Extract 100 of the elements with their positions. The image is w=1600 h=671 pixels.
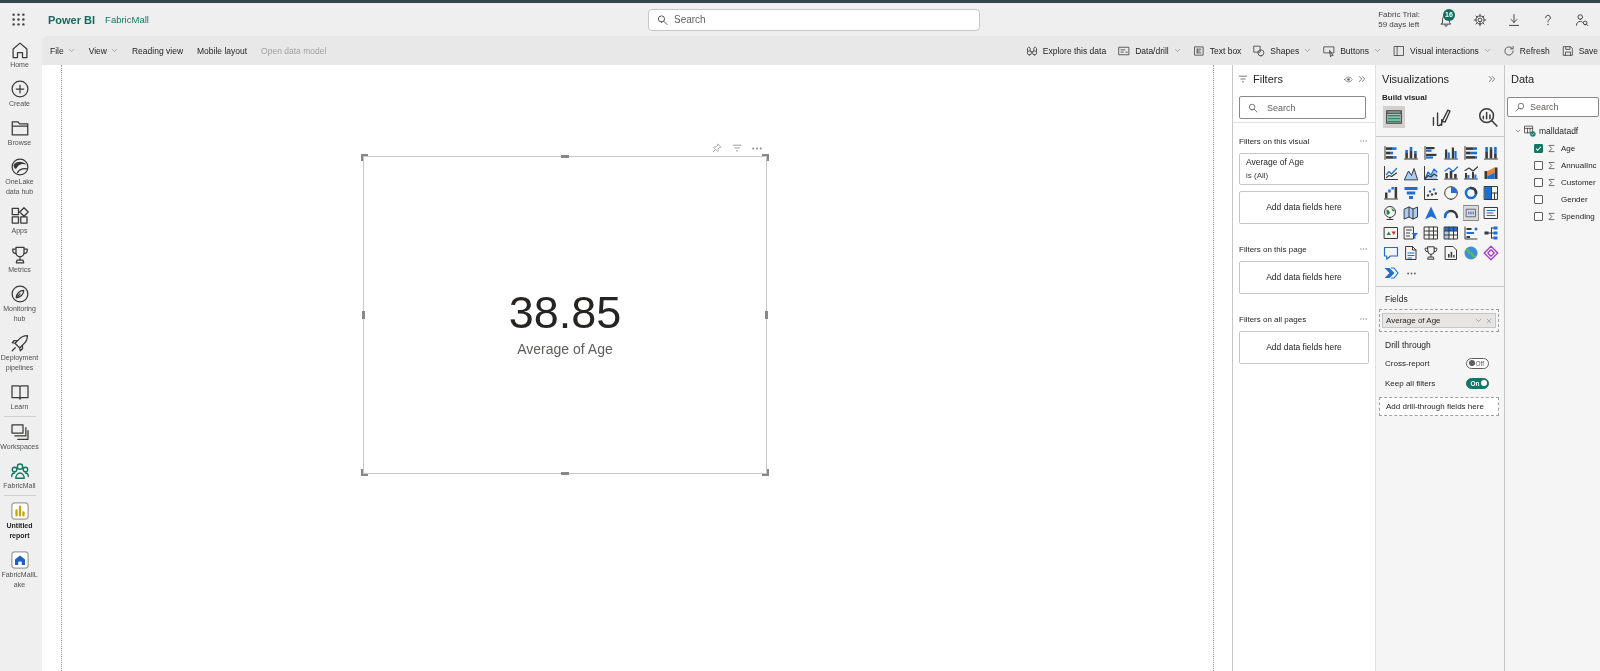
- pane-title: Visualizations: [1382, 73, 1451, 85]
- funnel-chart-icon[interactable]: [1403, 185, 1419, 201]
- menu-button[interactable]: Shapes: [1253, 44, 1312, 57]
- stacked-bar-chart-icon[interactable]: [1383, 145, 1399, 161]
- toolbar-button[interactable]: Refresh: [1502, 44, 1550, 57]
- trophy-icon[interactable]: [1423, 245, 1439, 261]
- chevron-down-icon: [1483, 47, 1491, 54]
- resize-handle[interactable]: [561, 472, 569, 475]
- arrow-icon[interactable]: [1423, 205, 1439, 221]
- field-name[interactable]: Spending: [1561, 212, 1595, 221]
- card-icon[interactable]: [1463, 205, 1479, 221]
- collapse-icon[interactable]: [1358, 75, 1366, 83]
- pie-chart-icon[interactable]: [1443, 185, 1459, 201]
- field-name[interactable]: Customer: [1561, 178, 1596, 187]
- card-value: 38.85: [508, 289, 622, 335]
- diamond-icon[interactable]: [1483, 245, 1499, 261]
- checkbox[interactable]: [1534, 144, 1543, 153]
- card-visual[interactable]: 38.85 Average of Age: [363, 156, 767, 474]
- menu-button[interactable]: Buttons: [1323, 44, 1382, 57]
- person-search-icon[interactable]: [1575, 12, 1589, 27]
- toolbar-button[interactable]: Mobile layout: [197, 45, 248, 56]
- collapse-icon[interactable]: [1488, 75, 1496, 83]
- clustered-column-chart-icon[interactable]: [1443, 145, 1459, 161]
- drop-zone[interactable]: Add data fields here: [1239, 331, 1369, 364]
- line-column-chart-icon[interactable]: [1443, 165, 1459, 181]
- speech-bubble-icon[interactable]: [1383, 245, 1399, 261]
- document-chart-icon[interactable]: [1443, 245, 1459, 261]
- decomposition-tree-icon[interactable]: [1483, 225, 1499, 241]
- toolbar-button[interactable]: Reading view: [132, 45, 183, 56]
- toolbar-button[interactable]: Text box: [1192, 44, 1242, 57]
- filled-map-icon[interactable]: [1403, 205, 1419, 221]
- table-grid-icon[interactable]: [1383, 106, 1405, 128]
- waterfall-chart-icon[interactable]: [1383, 185, 1399, 201]
- ribbon-chart-icon[interactable]: [1483, 165, 1499, 181]
- product-name[interactable]: Power BI: [48, 13, 96, 26]
- search-field[interactable]: Search: [648, 8, 980, 31]
- swirl-circle-icon: [9, 157, 30, 177]
- menu-button[interactable]: Visual interactions: [1393, 44, 1491, 57]
- corner-handle[interactable]: [361, 469, 368, 476]
- slicer-icon[interactable]: [1403, 225, 1419, 241]
- resize-handle[interactable]: [765, 311, 768, 319]
- corner-handle[interactable]: [762, 469, 769, 476]
- drop-zone[interactable]: Add drill-through fields here: [1379, 397, 1499, 416]
- paintbrush-chart-icon[interactable]: [1430, 106, 1452, 128]
- toolbar-button[interactable]: Explore this data: [1025, 44, 1107, 57]
- workspace-name[interactable]: FabricMall: [105, 14, 149, 25]
- magnifier-chart-icon[interactable]: [1477, 106, 1499, 128]
- corner-handle[interactable]: [361, 154, 368, 161]
- chevron-down-icon: [111, 47, 118, 54]
- resize-handle[interactable]: [561, 155, 569, 158]
- menu-button[interactable]: Data/drill: [1118, 44, 1181, 57]
- key-influencers-icon[interactable]: [1463, 225, 1479, 241]
- menu-button[interactable]: View: [88, 45, 118, 56]
- clustered-bar-chart-icon[interactable]: [1423, 145, 1439, 161]
- checkbox[interactable]: [1534, 161, 1543, 170]
- chevron-down-icon: [1304, 47, 1312, 54]
- stacked-column-chart-icon[interactable]: [1403, 145, 1419, 161]
- resize-handle[interactable]: [362, 311, 365, 319]
- drop-zone[interactable]: Add data fields here: [1239, 191, 1369, 224]
- matrix-icon[interactable]: [1443, 225, 1459, 241]
- full-stacked-column-chart-icon[interactable]: [1483, 145, 1499, 161]
- line-chart-icon[interactable]: [1383, 165, 1399, 181]
- more-icon[interactable]: [752, 146, 762, 150]
- multi-row-card-icon[interactable]: [1483, 205, 1499, 221]
- menu-button[interactable]: File: [50, 45, 75, 56]
- line-clustered-column-chart-icon[interactable]: [1463, 165, 1479, 181]
- eye-icon[interactable]: [1344, 74, 1353, 84]
- home-icon: [9, 40, 30, 60]
- treemap-icon[interactable]: [1483, 185, 1499, 201]
- settings-icon[interactable]: [1473, 12, 1487, 27]
- table-name[interactable]: malldatadf: [1539, 126, 1579, 136]
- stacked-area-chart-icon[interactable]: [1423, 165, 1439, 181]
- globe-pin-icon[interactable]: [1383, 205, 1399, 221]
- stacked-windows-icon: [9, 422, 30, 442]
- checkbox[interactable]: [1534, 195, 1543, 204]
- section-title: Filters on this visual: [1239, 136, 1311, 146]
- field-name[interactable]: Gender: [1561, 195, 1588, 204]
- checkbox[interactable]: [1534, 178, 1543, 187]
- search-field[interactable]: Search: [1507, 97, 1599, 117]
- download-icon[interactable]: [1507, 12, 1521, 27]
- search-field[interactable]: Search: [1239, 96, 1366, 119]
- more-icon[interactable]: [1406, 271, 1416, 275]
- chevrons-icon[interactable]: [1383, 265, 1399, 281]
- field-name[interactable]: Age: [1561, 144, 1576, 153]
- filter-card[interactable]: Average of Age is (All): [1239, 153, 1369, 185]
- house-tile-icon: [9, 550, 30, 570]
- kpi-triangles-icon[interactable]: [1383, 225, 1399, 241]
- corner-handle[interactable]: [762, 154, 769, 161]
- field-name[interactable]: AnnualInc: [1561, 161, 1597, 170]
- checkbox[interactable]: [1534, 212, 1543, 221]
- donut-chart-icon[interactable]: [1463, 185, 1479, 201]
- area-chart-icon[interactable]: [1403, 165, 1419, 181]
- app-launcher-icon[interactable]: [12, 13, 25, 26]
- drop-zone[interactable]: Add data fields here: [1239, 261, 1369, 294]
- toolbar-button[interactable]: Save: [1561, 44, 1598, 57]
- filter-condition: is (All): [1246, 170, 1270, 182]
- scatter-chart-icon[interactable]: [1423, 185, 1439, 201]
- table-icon[interactable]: [1423, 225, 1439, 241]
- full-stacked-bar-chart-icon[interactable]: [1463, 145, 1479, 161]
- document-lines-icon[interactable]: [1403, 245, 1419, 261]
